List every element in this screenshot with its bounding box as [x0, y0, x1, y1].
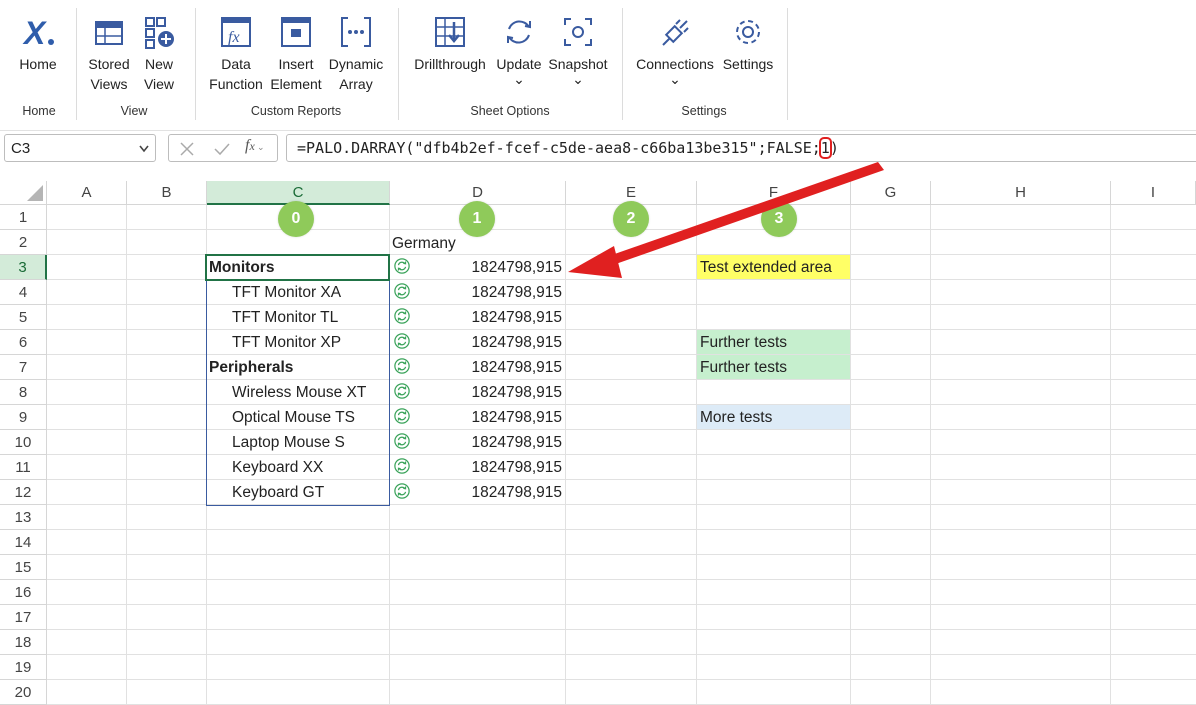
annotation-arrow — [568, 162, 884, 278]
